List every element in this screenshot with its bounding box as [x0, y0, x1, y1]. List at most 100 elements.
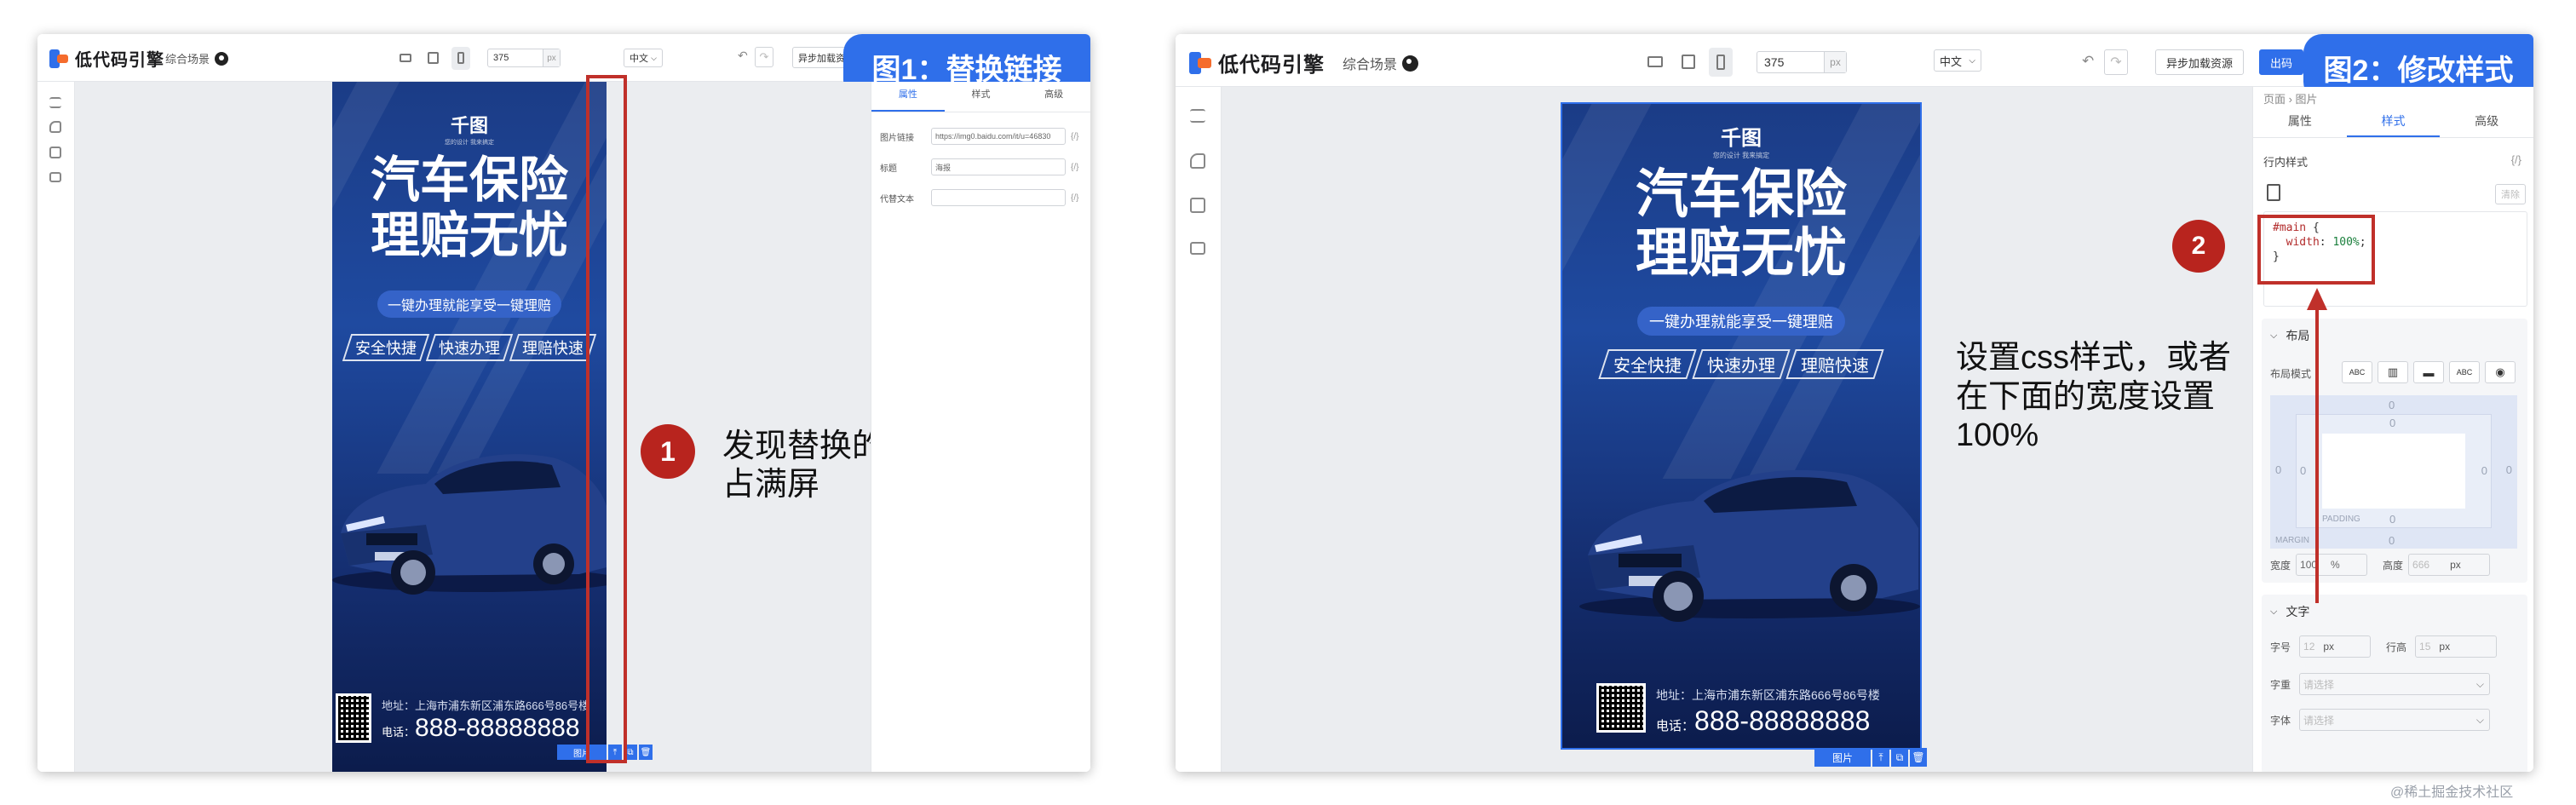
poster-slogan: 一键办理就能享受一键理赔 [1637, 307, 1845, 336]
padding-right-value[interactable]: 0 [2481, 464, 2487, 477]
padding-bottom-value[interactable]: 0 [2389, 513, 2395, 526]
outline-tree-icon[interactable] [49, 97, 61, 108]
poster-phone-label: 电话： [382, 726, 416, 739]
selected-tag[interactable]: 图片 [1814, 748, 1871, 767]
canvas-width-value: 375 [1764, 55, 1785, 69]
image-url-input[interactable]: https://img0.baidu.com/it/u=46830 [931, 128, 1066, 145]
canvas-width-input[interactable]: 375 px [487, 49, 561, 67]
poster-image[interactable]: 千图 您的设计 我来搞定 汽车保险 理赔无忧 一键办理就能享受一键理赔 安全快捷… [1561, 102, 1922, 750]
logo-icon [1189, 51, 1211, 74]
screenshot-panel-2: 低代码引擎 综合场景 375 px 中文 ⌵ ↶ ↷ 异步加载资源 出码 图2：修… [1176, 34, 2533, 772]
redo-button[interactable]: ↷ [2104, 49, 2128, 75]
margin-right-value[interactable]: 0 [2506, 463, 2512, 476]
tab-advanced[interactable]: 高级 [2440, 107, 2533, 137]
mobile-view-button[interactable] [1709, 48, 1733, 77]
github-icon[interactable] [1402, 55, 1419, 72]
component-library-icon[interactable] [49, 121, 61, 133]
margin-top-value[interactable]: 0 [2389, 399, 2395, 411]
language-value: 中文 [630, 54, 648, 64]
move-icon[interactable]: ⤒ [1872, 748, 1889, 767]
font-size-row: 字号 12 px 行高 15 px [2270, 635, 2498, 658]
poster-title-line-1: 汽车保险 [1635, 165, 1847, 224]
inline-style-header: 行内样式 {/} [2263, 153, 2521, 170]
tablet-view-icon[interactable] [1682, 55, 1695, 69]
github-icon[interactable] [215, 51, 229, 66]
scene-switch[interactable]: 综合场景 [1343, 53, 1419, 73]
copy-icon[interactable]: ⧉ [1891, 748, 1908, 767]
component-library-icon[interactable] [1190, 153, 1205, 169]
desktop-view-icon[interactable] [400, 54, 411, 62]
delete-icon[interactable]: 🗑 [639, 745, 653, 760]
font-family-select[interactable]: 请选择 ⌵ [2299, 709, 2491, 731]
margin-bottom-value[interactable]: 0 [2389, 534, 2395, 547]
layout-block[interactable]: ▬ [2413, 361, 2444, 383]
undo-icon[interactable]: ↶ [738, 49, 748, 63]
font-weight-select[interactable]: 请选择 ⌵ [2299, 673, 2491, 695]
font-weight-row: 字重 请选择 ⌵ [2270, 673, 2491, 695]
height-input[interactable]: 666 px [2408, 554, 2491, 576]
annotation-text-line: 在下面的宽度设置 [1956, 378, 2216, 415]
tab-props[interactable]: 属性 [871, 82, 945, 112]
scene-switch[interactable]: 综合场景 [165, 50, 229, 66]
line-height-input[interactable]: 15 px [2415, 635, 2498, 658]
variable-bind-icon[interactable]: {/} [2511, 153, 2521, 170]
desktop-view-icon[interactable] [1647, 56, 1663, 67]
data-source-icon[interactable] [1190, 198, 1205, 213]
tab-advanced[interactable]: 高级 [1017, 82, 1090, 112]
redo-button[interactable]: ↷ [755, 47, 773, 67]
poster-brand-sub: 您的设计 我来搞定 [1712, 152, 1770, 159]
file-icon[interactable] [2267, 184, 2280, 201]
tab-props[interactable]: 属性 [2253, 107, 2347, 137]
layout-flex[interactable]: ▥ [2378, 361, 2408, 383]
layout-hidden[interactable]: ◉ [2485, 361, 2516, 383]
screenshot-panel-1: 低代码引擎 综合场景 375 px 中文⌵ ↶ ↷ 异步加载资 图1：替换链接 [37, 34, 1090, 772]
chevron-down-icon: ⌵ [651, 53, 657, 62]
code-editor-icon[interactable] [1190, 242, 1205, 255]
poster-tags: 安全快捷 快速办理 理赔快速 [332, 334, 607, 361]
alt-text-input[interactable] [931, 189, 1066, 206]
async-load-button[interactable]: 异步加载资源 [2155, 49, 2244, 75]
annotation-highlight-box [2257, 215, 2375, 285]
canvas-width-unit: px [1824, 52, 1846, 72]
tablet-view-icon[interactable] [428, 52, 439, 64]
settings-tabs: 属性 样式 高级 [2253, 107, 2533, 138]
chevron-down-icon: ⌵ [2270, 606, 2278, 617]
layout-inline[interactable]: ABC [2342, 361, 2372, 383]
field-label: 代替文本 [880, 194, 914, 204]
tab-style[interactable]: 样式 [2346, 107, 2441, 137]
undo-icon[interactable]: ↶ [2082, 53, 2094, 70]
outline-tree-icon[interactable] [1190, 109, 1205, 123]
poster-image[interactable]: 千图 您的设计 我来搞定 汽车保险 理赔无忧 一键办理就能享受一键理赔 安全快捷… [332, 82, 607, 772]
poster-title-line-2: 理赔无忧 [1635, 224, 1847, 284]
padding-top-value[interactable]: 0 [2389, 417, 2395, 429]
mobile-view-button[interactable] [451, 47, 470, 70]
delete-icon[interactable]: 🗑 [1910, 748, 1927, 767]
language-value: 中文 [1940, 55, 1963, 68]
language-select[interactable]: 中文 ⌵ [624, 49, 663, 67]
variable-bind-icon[interactable]: {/} [1071, 193, 1078, 203]
export-code-button[interactable]: 出码 [2259, 49, 2303, 75]
layout-inline-block[interactable]: ABC [2449, 361, 2480, 383]
margin-left-value[interactable]: 0 [2275, 463, 2281, 476]
text-section: ⌵ 文字 字号 12 px 行高 15 px 字重 请选择 ⌵ 字体 请选择 ⌵ [2262, 595, 2527, 772]
tab-style[interactable]: 样式 [945, 82, 1018, 112]
language-select[interactable]: 中文 ⌵ [1934, 49, 1981, 72]
poster-brand-sub: 您的设计 我来搞定 [445, 140, 494, 146]
poster-brand-name: 千图 [450, 115, 488, 136]
canvas-width-input[interactable]: 375 px [1757, 51, 1847, 73]
font-size-input[interactable]: 12 px [2299, 635, 2372, 658]
annotation-highlight-box [586, 75, 627, 763]
variable-bind-icon[interactable]: {/} [1071, 163, 1078, 172]
data-source-icon[interactable] [49, 147, 61, 158]
title-input[interactable]: 海报 [931, 158, 1066, 175]
code-editor-icon[interactable] [49, 172, 61, 182]
redo-icon: ↷ [759, 50, 769, 63]
field-label: 标题 [880, 164, 897, 174]
variable-bind-icon[interactable]: {/} [1071, 132, 1078, 141]
field-alt-text: 代替文本 {/} [880, 189, 1078, 206]
font-family-label: 字体 [2270, 714, 2291, 727]
poster-title-line-2: 理赔无忧 [370, 207, 568, 263]
clear-style-button[interactable]: 清除 [2495, 184, 2526, 204]
poster-tag: 理赔快速 [509, 334, 597, 361]
font-family-row: 字体 请选择 ⌵ [2270, 709, 2491, 731]
